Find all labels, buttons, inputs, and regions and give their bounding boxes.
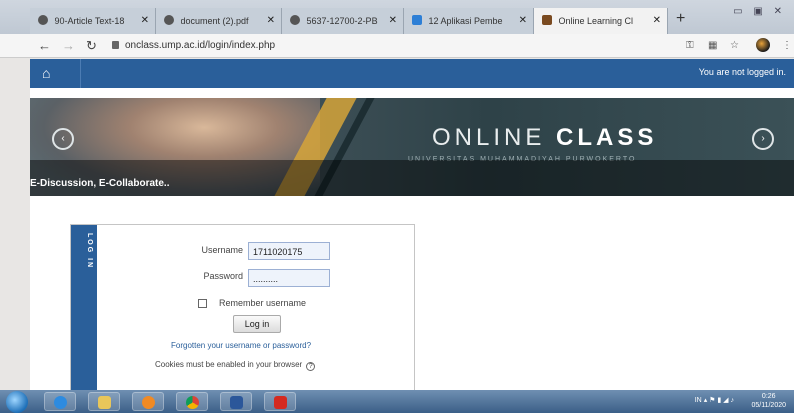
- tab-label: 90-Article Text-18: [54, 16, 125, 26]
- extension-icon[interactable]: ▦: [708, 39, 717, 53]
- tab-aplikasi[interactable]: 12 Aplikasi Pembel ✕: [404, 8, 534, 34]
- bookmark-icon: [412, 15, 422, 25]
- username-label: Username: [201, 245, 243, 255]
- address-bar: ← → ↻ onclass.ump.ac.id/login/index.php …: [0, 34, 794, 58]
- banner-caption: E-Discussion, E-Collaborate..: [30, 178, 170, 189]
- close-icon[interactable]: ✕: [653, 8, 661, 34]
- taskbar-chrome[interactable]: [176, 392, 208, 411]
- globe-icon: [38, 15, 48, 25]
- globe-icon: [164, 15, 174, 25]
- start-button[interactable]: [6, 391, 28, 413]
- media-icon: [141, 396, 155, 409]
- chrome-icon: [185, 396, 199, 409]
- clock-date: 05/11/2020: [751, 402, 786, 409]
- tab-online-learning[interactable]: Online Learning Cl ✕: [534, 8, 668, 34]
- url-field[interactable]: onclass.ump.ac.id/login/index.php: [112, 38, 275, 54]
- profile-avatar[interactable]: [756, 38, 770, 52]
- clock-time: 0:26: [761, 393, 776, 400]
- navbar-divider: [80, 59, 81, 88]
- login-panel: LOG IN Username 1711020175 Password ....…: [70, 224, 415, 394]
- username-field[interactable]: 1711020175: [248, 242, 330, 260]
- password-field[interactable]: ..........: [248, 269, 330, 287]
- forgot-password-link[interactable]: Forgotten your username or password?: [171, 341, 311, 350]
- banner-title-bold: CLASS: [556, 124, 658, 151]
- tab-label: Online Learning Cl: [558, 16, 633, 26]
- site-navbar: ⌂ You are not logged in.: [30, 59, 794, 88]
- browser-window: 90-Article Text-18 ✕ document (2).pdf ✕ …: [0, 0, 794, 413]
- taskbar-explorer[interactable]: [88, 392, 120, 411]
- login-button[interactable]: Log in: [233, 315, 281, 333]
- taskbar-acrobat[interactable]: [264, 392, 296, 411]
- taskbar-word[interactable]: [220, 392, 252, 411]
- banner-slider: ONLINE CLASS UNIVERSITAS MUHAMMADIYAH PU…: [30, 98, 794, 196]
- close-icon[interactable]: ✕: [141, 8, 149, 34]
- remember-checkbox[interactable]: [198, 299, 207, 308]
- url-text: onclass.ump.ac.id/login/index.php: [125, 40, 276, 51]
- tab-strip: 90-Article Text-18 ✕ document (2).pdf ✕ …: [0, 0, 794, 34]
- tab-pb[interactable]: 5637-12700-2-PB ✕: [282, 8, 404, 34]
- help-icon[interactable]: ?: [306, 362, 316, 371]
- word-icon: [229, 396, 243, 409]
- taskbar-media[interactable]: [132, 392, 164, 411]
- browser-icon: [53, 396, 67, 409]
- lock-icon: [112, 41, 119, 49]
- system-tray[interactable]: IN ▴ ⚑ ▮ ◢ ♪: [695, 396, 734, 404]
- new-tab-button[interactable]: +: [676, 8, 685, 30]
- globe-icon: [290, 15, 300, 25]
- remember-label: Remember username: [219, 298, 307, 308]
- taskbar-ie[interactable]: [44, 392, 76, 411]
- tab-article[interactable]: 90-Article Text-18 ✕: [30, 8, 156, 34]
- moodle-icon: [542, 15, 552, 25]
- reload-icon[interactable]: ↻: [86, 37, 97, 55]
- close-icon[interactable]: ✕: [519, 8, 527, 34]
- taskbar: IN ▴ ⚑ ▮ ◢ ♪ 0:26 05/11/2020: [0, 390, 794, 413]
- close-icon[interactable]: ✕: [267, 8, 275, 34]
- menu-icon[interactable]: ⋮: [782, 39, 792, 53]
- tray-icons: ▴ ⚑ ▮ ◢ ♪: [703, 397, 734, 404]
- tab-label: document (2).pdf: [180, 16, 249, 26]
- prev-slide-icon[interactable]: ‹: [52, 128, 74, 150]
- back-icon[interactable]: ←: [38, 37, 51, 55]
- folder-icon: [97, 396, 111, 409]
- tab-document[interactable]: document (2).pdf ✕: [156, 8, 282, 34]
- login-sidebar: LOG IN: [71, 225, 97, 394]
- password-label: Password: [203, 271, 243, 281]
- banner-title: ONLINE CLASS: [432, 124, 657, 152]
- login-sidebar-label: LOG IN: [86, 233, 93, 270]
- tab-label: 12 Aplikasi Pembel: [428, 16, 503, 26]
- tab-label: 5637-12700-2-PB: [306, 16, 378, 26]
- language-indicator: IN: [694, 397, 702, 404]
- pdf-icon: [273, 396, 287, 409]
- next-slide-icon[interactable]: ›: [752, 128, 774, 150]
- close-icon[interactable]: ✕: [389, 8, 397, 34]
- page-content: ONLINE CLASS UNIVERSITAS MUHAMMADIYAH PU…: [30, 88, 794, 394]
- clock[interactable]: 0:26 05/11/2020: [751, 392, 786, 410]
- key-icon[interactable]: ⚿: [686, 39, 694, 53]
- login-status: You are not logged in.: [698, 67, 786, 77]
- banner-title-light: ONLINE: [432, 124, 546, 151]
- star-icon[interactable]: ☆: [730, 39, 739, 53]
- home-icon[interactable]: ⌂: [42, 65, 50, 81]
- window-controls[interactable]: ▭ ▣ ✕: [733, 6, 786, 17]
- cookies-note: Cookies must be enabled in your browser?: [155, 360, 316, 371]
- cookies-text: Cookies must be enabled in your browser: [155, 360, 303, 369]
- forward-icon[interactable]: →: [62, 37, 75, 55]
